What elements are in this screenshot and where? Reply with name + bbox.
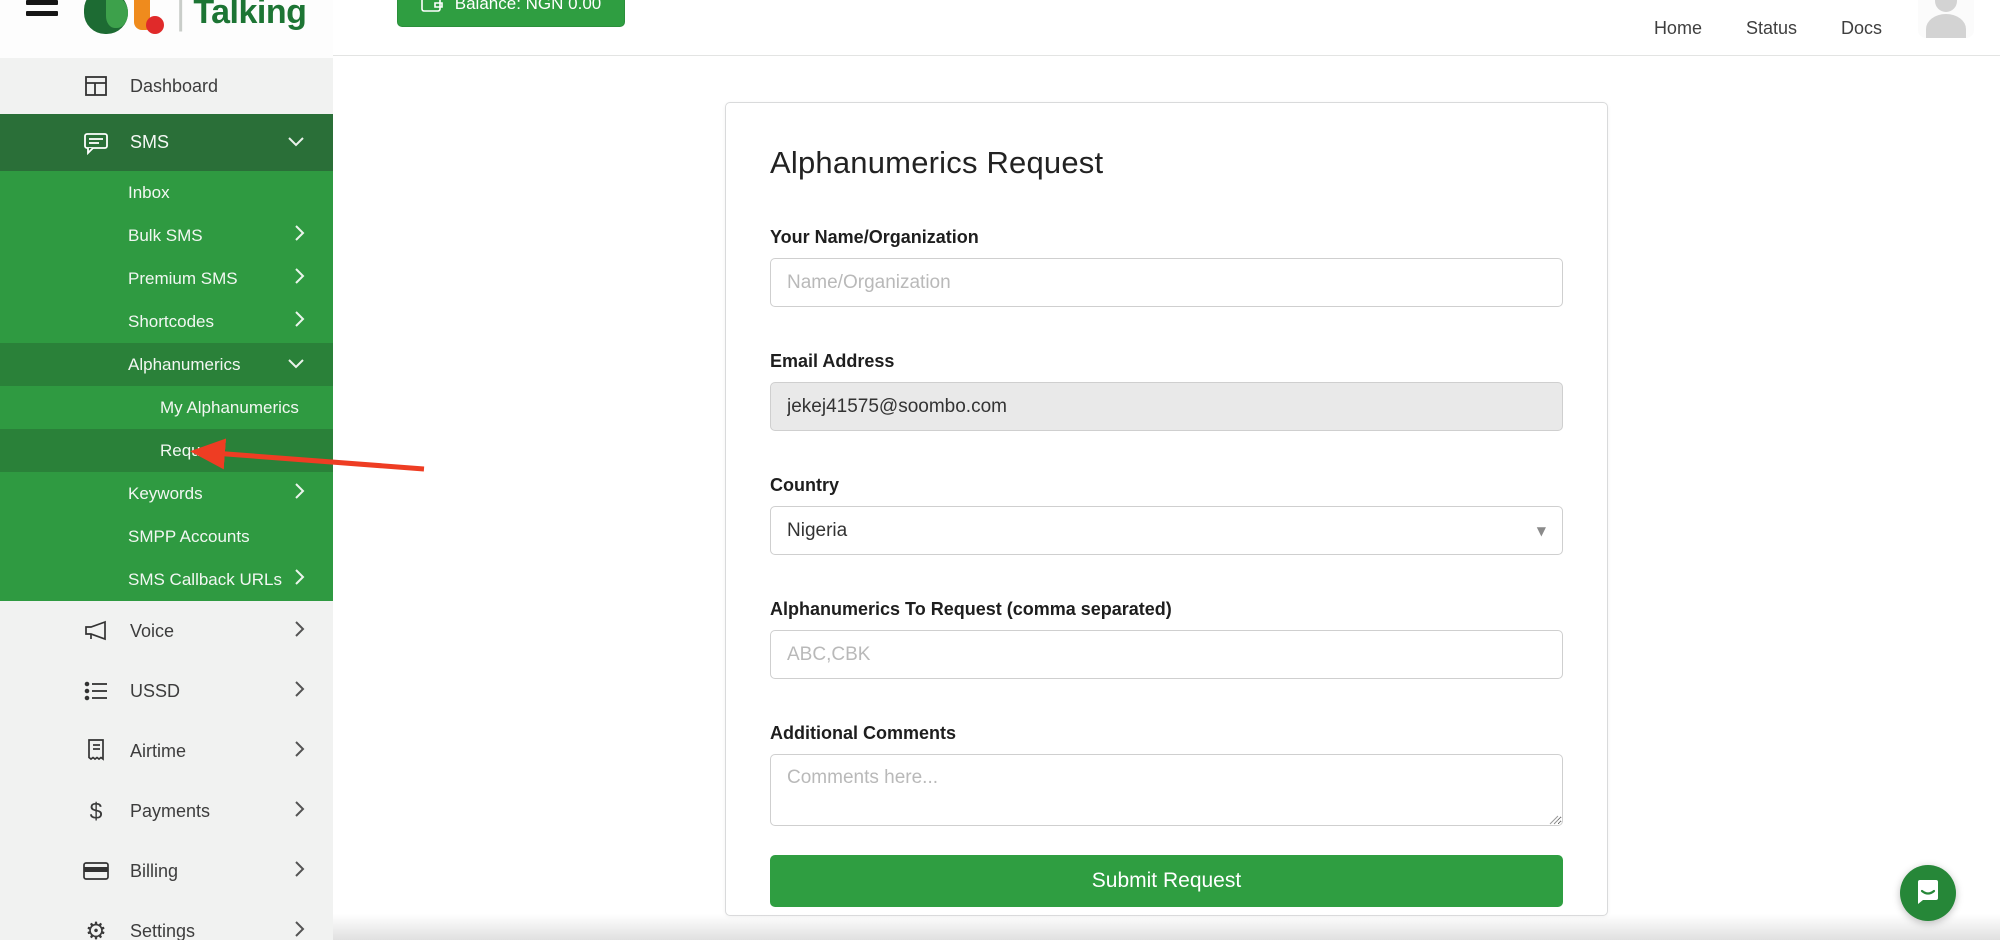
sidebar: | Talking Dashboard <box>0 0 333 940</box>
nav-docs-link[interactable]: Docs <box>1841 18 1882 39</box>
sidebar-item-ussd[interactable]: USSD <box>0 661 333 721</box>
africas-talking-logo-icon <box>84 0 172 36</box>
sidebar-item-dashboard[interactable]: Dashboard <box>0 58 333 114</box>
sidebar-item-payments[interactable]: $ Payments <box>0 781 333 841</box>
main-area: Balance: NGN 0.00 Home Status Docs Alpha… <box>333 0 2000 940</box>
sidebar-item-sms[interactable]: SMS <box>0 114 333 171</box>
alphanumerics-request-card: Alphanumerics Request Your Name/Organiza… <box>725 102 1608 916</box>
dashboard-icon <box>82 74 110 98</box>
settings-gear-icon: ⚙ <box>82 919 110 940</box>
name-form-group: Your Name/Organization <box>770 227 1563 307</box>
page-title: Alphanumerics Request <box>770 145 1563 181</box>
chevron-right-icon <box>293 740 305 763</box>
chevron-right-icon <box>293 680 305 703</box>
sidebar-item-keywords[interactable]: Keywords <box>0 472 333 515</box>
select-caret-icon: ▼ <box>1537 524 1546 538</box>
ussd-list-icon <box>82 680 110 702</box>
alphanumerics-form-group: Alphanumerics To Request (comma separate… <box>770 599 1563 679</box>
sidebar-item-bulk-sms[interactable]: Bulk SMS <box>0 214 333 257</box>
country-form-group: Country Nigeria ▼ <box>770 475 1563 555</box>
comments-textarea[interactable] <box>770 754 1563 826</box>
email-label: Email Address <box>770 351 1563 372</box>
content-area: Alphanumerics Request Your Name/Organiza… <box>333 56 2000 940</box>
top-nav: Home Status Docs <box>1654 0 1882 56</box>
nav-home-link[interactable]: Home <box>1654 18 1702 39</box>
sms-section: SMS Inbox Bulk SMS Premium SMS <box>0 114 333 601</box>
sms-icon <box>82 131 110 155</box>
country-select[interactable]: Nigeria ▼ <box>770 506 1563 555</box>
sidebar-header: | Talking <box>0 0 333 58</box>
chevron-right-icon <box>293 620 305 643</box>
sidebar-item-request[interactable]: Request <box>0 429 333 472</box>
logo-text: Talking <box>193 0 306 32</box>
sidebar-item-premium-sms[interactable]: Premium SMS <box>0 257 333 300</box>
sidebar-item-label: Dashboard <box>130 76 218 97</box>
chevron-down-icon <box>287 134 305 152</box>
billing-card-icon <box>82 861 110 881</box>
chevron-right-icon <box>293 267 305 290</box>
sidebar-item-label: SMS <box>130 132 169 153</box>
wallet-icon <box>421 0 443 13</box>
sidebar-item-settings[interactable]: ⚙ Settings <box>0 901 333 940</box>
chevron-right-icon <box>293 568 305 591</box>
app-page: | Talking Dashboard <box>0 0 2000 940</box>
sidebar-item-shortcodes[interactable]: Shortcodes <box>0 300 333 343</box>
hamburger-menu-icon[interactable] <box>26 0 60 20</box>
sidebar-item-inbox[interactable]: Inbox <box>0 171 333 214</box>
chevron-right-icon <box>293 224 305 247</box>
email-form-group: Email Address <box>770 351 1563 431</box>
sidebar-item-my-alphanumerics[interactable]: My Alphanumerics <box>0 386 333 429</box>
sidebar-item-smpp-accounts[interactable]: SMPP Accounts <box>0 515 333 558</box>
name-input[interactable] <box>770 258 1563 307</box>
alphanumerics-input[interactable] <box>770 630 1563 679</box>
sidebar-item-sms-callback-urls[interactable]: SMS Callback URLs <box>0 558 333 601</box>
comments-form-group: Additional Comments <box>770 723 1563 831</box>
chevron-right-icon <box>293 920 305 940</box>
payments-dollar-icon: $ <box>82 798 110 825</box>
alphanumerics-label: Alphanumerics To Request (comma separate… <box>770 599 1563 620</box>
sidebar-item-airtime[interactable]: Airtime <box>0 721 333 781</box>
sidebar-item-billing[interactable]: Billing <box>0 841 333 901</box>
sidebar-item-voice[interactable]: Voice <box>0 601 333 661</box>
balance-button[interactable]: Balance: NGN 0.00 <box>397 0 625 27</box>
logo-divider: | <box>176 0 185 33</box>
name-label: Your Name/Organization <box>770 227 1563 248</box>
chat-launcher-button[interactable] <box>1900 865 1956 921</box>
airtime-receipt-icon <box>82 739 110 763</box>
chevron-right-icon <box>293 310 305 333</box>
comments-label: Additional Comments <box>770 723 1563 744</box>
voice-megaphone-icon <box>82 620 110 642</box>
country-label: Country <box>770 475 1563 496</box>
chevron-right-icon <box>293 482 305 505</box>
brand-logo[interactable]: | Talking <box>84 0 306 36</box>
top-header: Balance: NGN 0.00 Home Status Docs <box>333 0 2000 56</box>
sidebar-item-alphanumerics[interactable]: Alphanumerics <box>0 343 333 386</box>
user-avatar[interactable] <box>1918 0 1974 38</box>
country-selected-value: Nigeria <box>787 520 847 542</box>
chat-smile-icon <box>1913 878 1943 908</box>
chevron-down-icon <box>287 356 305 374</box>
nav-status-link[interactable]: Status <box>1746 18 1797 39</box>
submit-request-button[interactable]: Submit Request <box>770 855 1563 907</box>
chevron-right-icon <box>293 860 305 883</box>
email-field[interactable] <box>770 382 1563 431</box>
chevron-right-icon <box>293 800 305 823</box>
